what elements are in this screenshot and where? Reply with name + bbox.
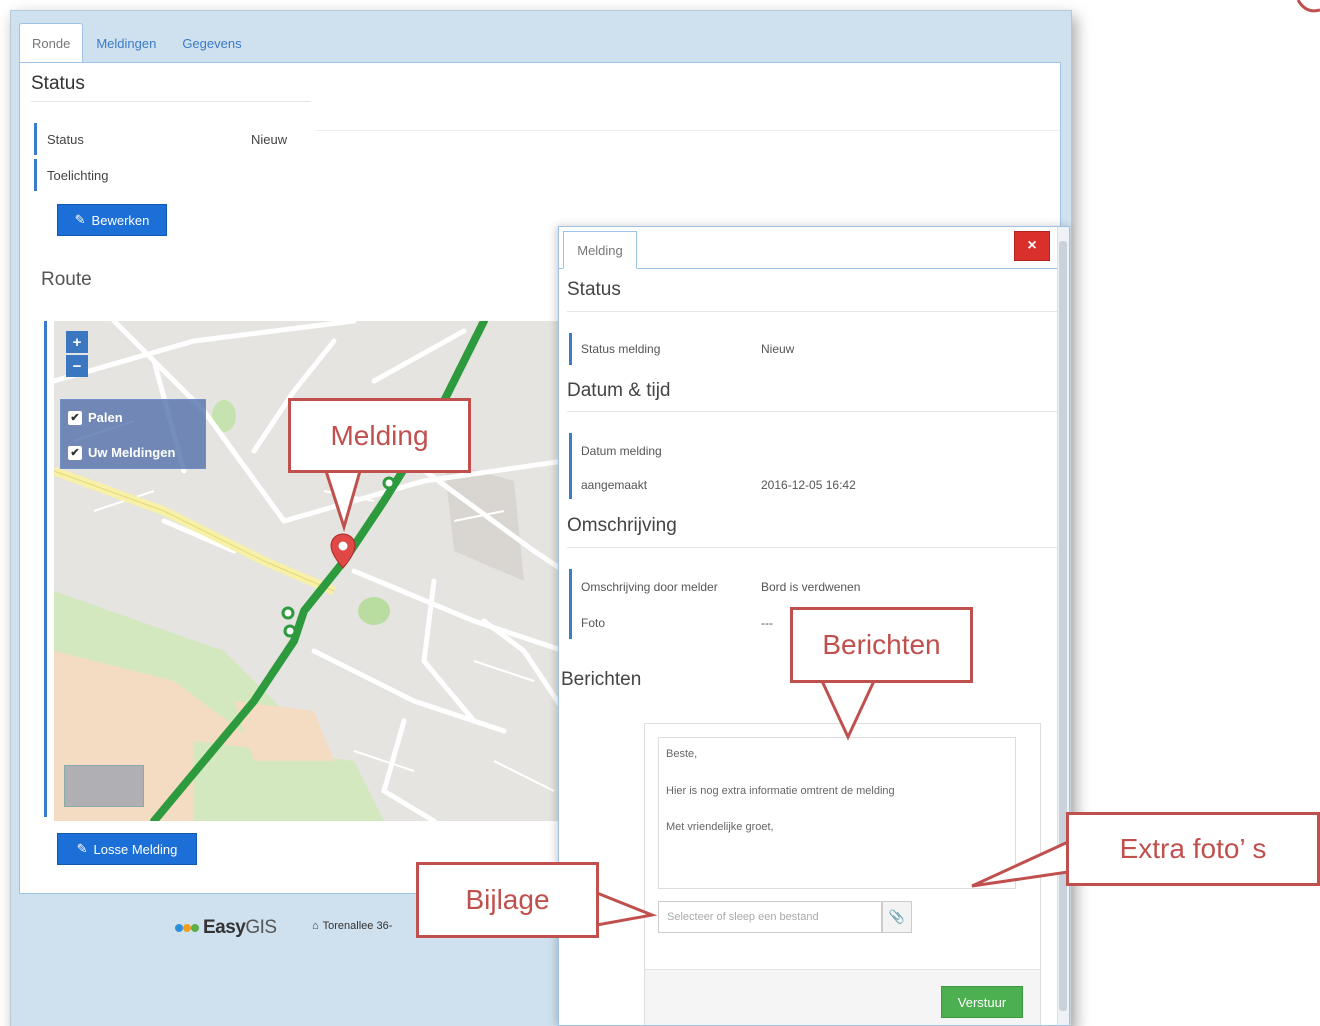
map-accent-bar [44,321,47,817]
send-button[interactable]: Verstuur [941,986,1023,1018]
toelichting-label: Toelichting [47,167,109,183]
status-melding-value: Nieuw [761,342,795,356]
callout-berichten: Berichten [790,607,973,683]
tab-gegevens[interactable]: Gegevens [169,23,254,63]
logo-dot [191,924,199,932]
aangemaakt-row: aangemaakt 2016-12-05 16:42 [569,469,1049,501]
status-melding-row: Status melding Nieuw [569,333,1049,365]
scrollbar-thumb[interactable] [1059,241,1067,1011]
message-footer: Verstuur [645,969,1040,1025]
tab-melding[interactable]: Melding [563,231,637,269]
attachment-file-input[interactable]: Selecteer of sleep een bestand [658,901,882,933]
loose-melding-label: Losse Melding [93,841,178,857]
map-tiles [54,321,564,821]
layer-label: Palen [88,410,123,425]
status-melding-label: Status melding [581,342,661,356]
datum-melding-label: Datum melding [581,444,662,458]
logo-dot [175,924,183,932]
address-text: Torenallee 36- [322,920,393,932]
easygis-logo: EasyGIS [175,917,277,939]
layer-uw-meldingen[interactable]: ✔ Uw Meldingen [61,435,205,470]
close-icon: × [1027,237,1037,254]
toelichting-field: Toelichting [34,159,304,191]
message-textarea[interactable]: Beste, Hier is nog extra informatie omtr… [658,737,1016,889]
close-button[interactable]: × [1014,231,1050,261]
logo-dot [183,924,191,932]
message-line: Met vriendelijke groet, [666,821,774,833]
divider [315,130,1060,131]
logo-text: EasyGIS [203,917,277,938]
omschrijving-value: Bord is verdwenen [761,580,861,594]
layer-palen[interactable]: ✔ Palen [61,400,205,435]
attach-button[interactable]: 📎 [882,901,912,933]
message-panel: Beste, Hier is nog extra informatie omtr… [644,723,1041,1025]
tab-meldingen[interactable]: Meldingen [83,23,169,63]
map-zoom-controls: + − [66,331,88,379]
foto-value: --- [761,616,773,630]
callout-melding: Melding [288,398,471,473]
layer-label: Uw Meldingen [88,445,176,460]
edit-icon: ✎ [76,841,88,856]
route-map[interactable]: + − ✔ Palen ✔ Uw Meldingen [54,321,564,821]
omschrijving-row: Omschrijving door melder Bord is verdwen… [569,571,1049,603]
modal-tabbar: Melding × [559,227,1069,269]
divider [567,411,1057,412]
datum-melding-row: Datum melding [569,435,1049,467]
status-heading: Status [567,279,621,300]
callout-extra-fotos: Extra foto’ s [1066,812,1320,886]
divider [567,311,1057,312]
checkbox-checked-icon[interactable]: ✔ [68,445,82,460]
zoom-in-button[interactable]: + [66,331,88,353]
screenshot-page: Ronde Meldingen Gegevens Status Status N… [0,0,1320,1026]
status-label: Status [47,131,84,147]
datetime-heading: Datum & tijd [567,380,671,401]
route-heading: Route [41,269,92,290]
layer-switcher: ✔ Palen ✔ Uw Meldingen [60,399,206,469]
status-field: Status Nieuw [34,123,304,155]
footer-address: ⌂ Torenallee 36- [312,920,392,932]
edit-icon: ✎ [74,212,86,227]
omschrijving-heading: Omschrijving [567,515,677,536]
zoom-out-button[interactable]: − [66,355,88,377]
modal-scrollbar[interactable] [1057,227,1069,1025]
status-heading: Status [31,73,85,94]
berichten-heading: Berichten [561,669,642,690]
callout-bijlage: Bijlage [416,862,599,938]
tab-ronde[interactable]: Ronde [19,23,84,63]
message-line: Hier is nog extra informatie omtrent de … [666,784,895,797]
loose-melding-button[interactable]: ✎ Losse Melding [57,833,197,865]
map-pin-icon[interactable] [330,533,356,569]
decorative-curve [1296,0,1320,13]
edit-button[interactable]: ✎ Bewerken [57,204,167,236]
paperclip-icon: 📎 [888,909,906,924]
home-icon: ⌂ [312,920,319,932]
aangemaakt-value: 2016-12-05 16:42 [761,478,856,492]
foto-label: Foto [581,616,606,630]
divider [31,101,311,102]
map-overview-thumbnail[interactable] [64,765,144,807]
omschrijving-label: Omschrijving door melder [581,580,718,594]
edit-button-label: Bewerken [91,212,150,228]
main-tabs: Ronde Meldingen Gegevens [19,23,255,63]
aangemaakt-label: aangemaakt [581,478,648,492]
status-value: Nieuw [251,131,288,147]
message-line: Beste, [666,748,698,760]
checkbox-checked-icon[interactable]: ✔ [68,410,82,425]
divider [567,547,1057,548]
